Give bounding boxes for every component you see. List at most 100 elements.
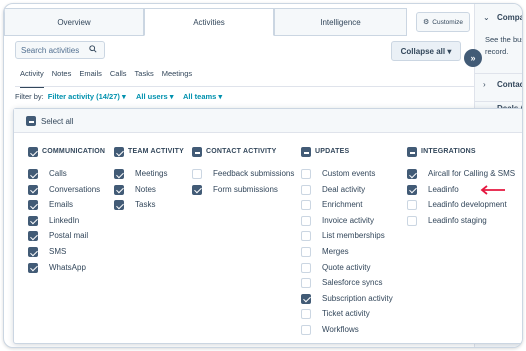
item-label[interactable]: Emails bbox=[49, 200, 73, 209]
item-label[interactable]: Notes bbox=[135, 185, 156, 194]
subtabs-divider bbox=[15, 86, 475, 87]
item-label[interactable]: Postal mail bbox=[49, 231, 88, 240]
column-heading: TEAM ACTIVITY bbox=[128, 148, 185, 155]
item-checkbox[interactable] bbox=[28, 169, 38, 179]
item-label[interactable]: Custom events bbox=[322, 169, 375, 178]
item-checkbox[interactable] bbox=[114, 200, 124, 211]
all-users-dropdown[interactable]: All users ▾ bbox=[136, 92, 174, 101]
companies-text-1: See the bus bbox=[485, 35, 523, 44]
filter-bar: Filter by: Filter activity (14/27) ▾ bbox=[15, 92, 126, 101]
tab-label: Activities bbox=[193, 17, 225, 27]
item-checkbox[interactable] bbox=[407, 184, 417, 195]
item-checkbox[interactable] bbox=[192, 184, 202, 195]
item-checkbox[interactable] bbox=[301, 325, 311, 335]
item-label[interactable]: Enrichment bbox=[322, 200, 362, 209]
column-checkbox[interactable] bbox=[407, 147, 417, 157]
item-checkbox[interactable] bbox=[301, 231, 311, 242]
item-checkbox[interactable] bbox=[301, 262, 311, 273]
item-label[interactable]: Leadinfo bbox=[428, 185, 459, 194]
item-checkbox[interactable] bbox=[28, 200, 38, 211]
tab-label: Overview bbox=[57, 17, 91, 27]
chevron-right-icon[interactable]: › bbox=[483, 80, 486, 89]
item-label[interactable]: Feedback submissions bbox=[213, 169, 294, 178]
item-label[interactable]: Quote activity bbox=[322, 263, 370, 272]
item-label[interactable]: Salesforce syncs bbox=[322, 278, 382, 287]
item-label[interactable]: Tasks bbox=[135, 200, 155, 209]
item-label[interactable]: Aircall for Calling & SMS bbox=[428, 169, 515, 178]
item-checkbox[interactable] bbox=[407, 169, 417, 179]
item-label[interactable]: Ticket activity bbox=[322, 309, 370, 318]
item-checkbox[interactable] bbox=[28, 262, 38, 273]
item-checkbox[interactable] bbox=[301, 278, 311, 289]
column-checkbox[interactable] bbox=[114, 147, 124, 157]
item-label[interactable]: LinkedIn bbox=[49, 216, 79, 225]
item-checkbox[interactable] bbox=[301, 184, 311, 195]
chevron-down-icon[interactable]: ⌄ bbox=[483, 13, 490, 22]
item-label[interactable]: Form submissions bbox=[213, 185, 278, 194]
contacts-card: › Contact bbox=[475, 74, 522, 102]
item-checkbox[interactable] bbox=[301, 200, 311, 211]
item-checkbox[interactable] bbox=[301, 169, 311, 179]
tab-overview[interactable]: Overview bbox=[4, 8, 144, 36]
gear-icon: ⚙ bbox=[423, 19, 430, 26]
item-label[interactable]: Invoice activity bbox=[322, 216, 374, 225]
item-checkbox[interactable] bbox=[192, 169, 202, 179]
item-checkbox[interactable] bbox=[28, 231, 38, 242]
expand-sidebar-icon[interactable]: » bbox=[464, 49, 482, 67]
item-checkbox[interactable] bbox=[407, 215, 417, 226]
companies-title[interactable]: Compa bbox=[497, 13, 522, 22]
item-label[interactable]: Conversations bbox=[49, 185, 100, 194]
item-checkbox[interactable] bbox=[301, 293, 311, 304]
collapse-all-label: Collapse all ▾ bbox=[400, 46, 452, 56]
item-checkbox[interactable] bbox=[28, 215, 38, 226]
item-checkbox[interactable] bbox=[301, 309, 311, 320]
column-heading: COMMUNICATION bbox=[42, 148, 106, 155]
companies-text-2: record. bbox=[485, 47, 509, 56]
column-heading: UPDATES bbox=[315, 148, 350, 155]
item-label[interactable]: Meetings bbox=[135, 169, 167, 178]
item-checkbox[interactable] bbox=[407, 200, 417, 211]
column-heading: CONTACT ACTIVITY bbox=[206, 148, 277, 155]
filter-prefix: Filter by: bbox=[15, 92, 44, 101]
column-checkbox[interactable] bbox=[28, 147, 38, 157]
item-checkbox[interactable] bbox=[301, 215, 311, 226]
item-label[interactable]: Subscription activity bbox=[322, 294, 393, 303]
tab-intelligence[interactable]: Intelligence bbox=[274, 8, 407, 36]
column-heading: INTEGRATIONS bbox=[421, 148, 476, 155]
item-checkbox[interactable] bbox=[301, 247, 311, 257]
select-all-checkbox[interactable] bbox=[26, 116, 36, 126]
item-checkbox[interactable] bbox=[28, 184, 38, 195]
item-label[interactable]: Merges bbox=[322, 247, 349, 256]
search-icon bbox=[89, 45, 97, 53]
customize-button[interactable]: ⚙ Customize bbox=[416, 12, 470, 32]
filter-activity-menu: Select all COMMUNICATION Calls Conversatio… bbox=[13, 108, 522, 344]
record-tabs: Overview Activities Intelligence bbox=[4, 8, 407, 36]
item-label[interactable]: Calls bbox=[49, 169, 67, 178]
contacts-title[interactable]: Contact bbox=[497, 80, 522, 89]
search-placeholder: Search activities bbox=[21, 45, 80, 55]
item-label[interactable]: Leadinfo development bbox=[428, 200, 507, 209]
collapse-all-button[interactable]: Collapse all ▾ bbox=[391, 41, 461, 61]
companies-card: ⌄ Compa See the bus record. bbox=[475, 4, 523, 74]
item-checkbox[interactable] bbox=[28, 247, 38, 257]
tab-activities[interactable]: Activities bbox=[144, 8, 274, 36]
column-checkbox[interactable] bbox=[192, 147, 202, 157]
select-all-label: Select all bbox=[41, 117, 74, 126]
column-checkbox[interactable] bbox=[301, 147, 311, 157]
all-teams-dropdown[interactable]: All teams ▾ bbox=[183, 92, 222, 101]
item-checkbox[interactable] bbox=[114, 169, 124, 179]
tab-label: Intelligence bbox=[320, 17, 361, 27]
item-label[interactable]: WhatsApp bbox=[49, 263, 86, 272]
red-arrow-icon bbox=[480, 185, 505, 195]
item-label[interactable]: List memberships bbox=[322, 231, 385, 240]
search-input[interactable]: Search activities bbox=[15, 41, 105, 59]
item-label[interactable]: Workflows bbox=[322, 325, 359, 334]
filter-activity-dropdown[interactable]: Filter activity (14/27) ▾ bbox=[48, 92, 126, 101]
customize-label: Customize bbox=[432, 18, 463, 26]
window-frame: Overview Activities Intelligence ⚙ Custo… bbox=[3, 3, 523, 348]
item-label[interactable]: SMS bbox=[49, 247, 66, 256]
item-label[interactable]: Leadinfo staging bbox=[428, 216, 487, 225]
item-checkbox[interactable] bbox=[114, 184, 124, 195]
item-label[interactable]: Deal activity bbox=[322, 185, 365, 194]
select-all-row[interactable]: Select all bbox=[14, 109, 522, 133]
